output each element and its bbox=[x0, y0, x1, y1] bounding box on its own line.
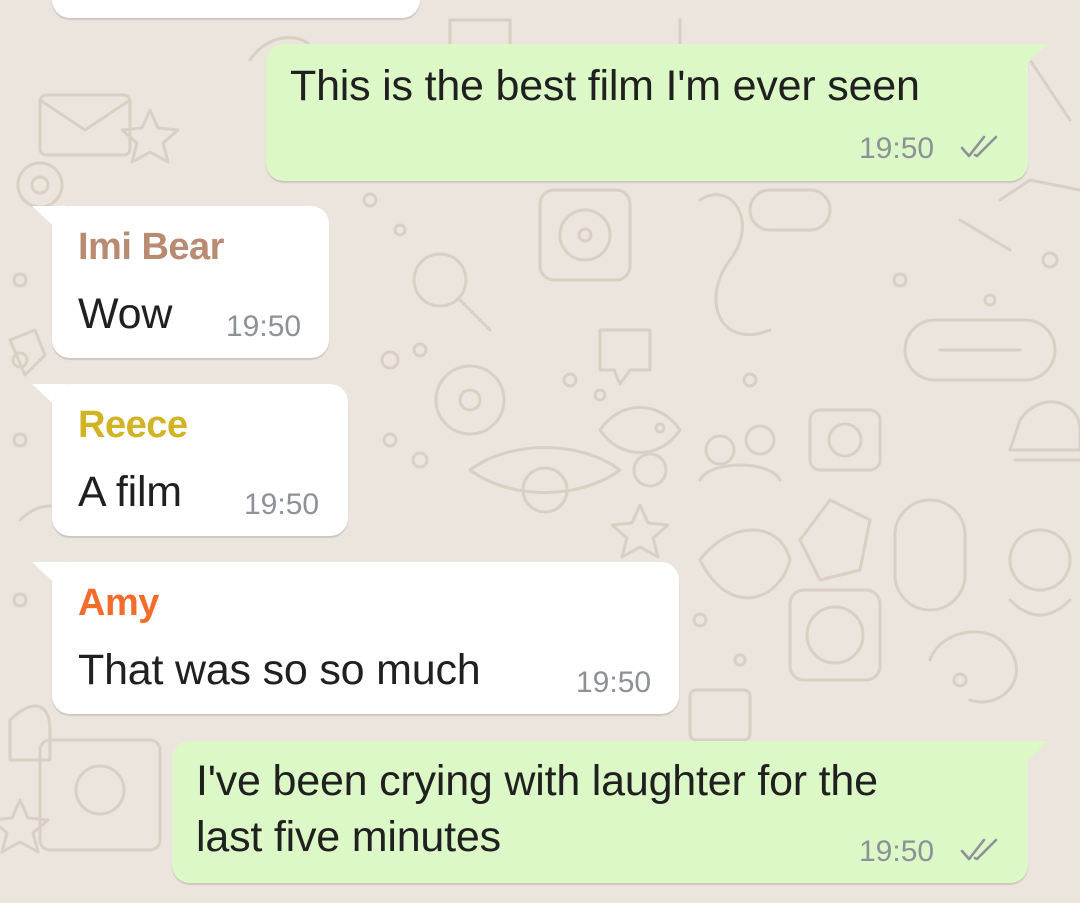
message-text: This is the best film I'm ever seen bbox=[290, 62, 920, 110]
message-timestamp: 19:50 bbox=[859, 835, 935, 868]
bubble-tail bbox=[32, 562, 66, 594]
bubble-tail bbox=[32, 384, 66, 416]
message-text-line-2: last five minutes bbox=[196, 813, 501, 861]
message-bubble-outgoing[interactable]: I've been crying with laughter for the l… bbox=[172, 741, 1048, 883]
message-text: Wow bbox=[78, 290, 173, 338]
message-bubble-incoming[interactable]: Imi Bear Wow 19:50 bbox=[32, 206, 329, 358]
message-timestamp: 19:50 bbox=[226, 310, 302, 343]
message-bubble-cropped bbox=[52, 0, 420, 18]
double-check-icon bbox=[960, 838, 998, 861]
message-text-line-1: I've been crying with laughter for the bbox=[196, 757, 878, 805]
message-timestamp: 19:50 bbox=[244, 488, 320, 521]
message-timestamp: 19:50 bbox=[576, 666, 652, 699]
sender-name: Reece bbox=[78, 404, 188, 446]
bubble-tail bbox=[1014, 741, 1048, 773]
double-check-icon bbox=[960, 135, 998, 158]
message-bubble-incoming[interactable]: Reece A film 19:50 bbox=[32, 384, 348, 536]
sender-name: Imi Bear bbox=[78, 226, 224, 268]
message-bubble-incoming[interactable]: Amy That was so so much 19:50 bbox=[32, 562, 679, 714]
bubble-tail bbox=[32, 206, 66, 238]
message-timestamp: 19:50 bbox=[859, 132, 935, 165]
sender-name: Amy bbox=[78, 582, 159, 624]
message-text: That was so so much bbox=[78, 646, 481, 694]
bubble-tail bbox=[1014, 44, 1048, 76]
message-bubble-outgoing[interactable]: This is the best film I'm ever seen 19:5… bbox=[266, 44, 1048, 181]
message-text: A film bbox=[78, 468, 182, 516]
